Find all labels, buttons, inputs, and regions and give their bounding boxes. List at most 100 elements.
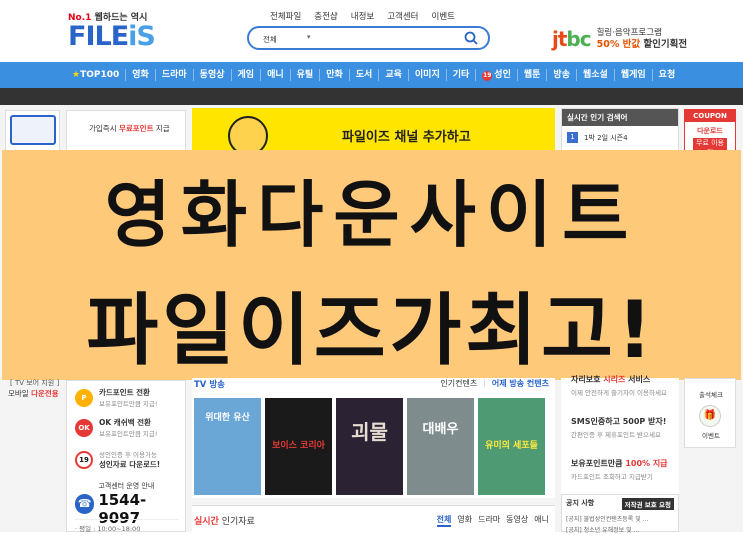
tv-poster[interactable]: 대배우 [407,398,474,495]
tv-title: TV 방송 [194,380,225,390]
sms-auth-title: SMS인증하고 500P 받자! [571,417,667,426]
notice-box: 공지 사항 저작권 보호 요청 [공지] 불법성인컨텐츠등록 및 ... [공지]… [561,494,679,535]
phone-icon [10,115,56,145]
realtime-search-rank: 실시간 인기 검색어 1 1박 2일 시즌4 [561,108,679,154]
category-education[interactable]: 교육 [378,69,408,81]
tab-video[interactable]: 동영상 [506,514,528,527]
poster-title: 위대한 유산 [205,413,250,423]
signup-promo[interactable]: 가입즉시 무료포인트 지급 [66,110,186,152]
adult-content-item[interactable]: 19 성인인증 후 이용가능 성인자료 다운로드! [75,449,160,470]
headline-line1: 영화다운사이트 [104,173,639,257]
tv-section: TV 방송 인기컨텐츠 | 어제 방송 컨텐츠 위대한 유산 보이스 코리아 괴… [192,378,555,498]
search-input[interactable] [329,30,449,46]
tv-poster[interactable]: 유미의 세포들 [478,398,545,495]
adult-content-title: 성인자료 다운로드! [99,460,161,469]
cs-hours: · 평일 : 10:00~18:00 [75,519,179,533]
point-100-title: 보유포인트만큼 100% 지급 [571,459,668,468]
logo-wordmark: FILEiS [68,21,156,52]
category-top100[interactable]: ★TOP100 [72,69,125,81]
mobile-support-note: [ TV 보어 지원 ] 모바일 다운전용 [0,378,66,418]
category-video[interactable]: 동영상 [192,69,231,81]
topnav-my-info[interactable]: 내정보 [351,10,374,22]
signup-promo-text: 가입즉시 무료포인트 지급 [89,124,170,133]
category-webgame[interactable]: 웹게임 [613,69,652,81]
topnav-charge-shop[interactable]: 충전샵 [314,10,337,22]
category-image[interactable]: 이미지 [407,69,446,81]
jtbc-line1: 힐링·음악프로그램 [596,28,662,38]
rank-keyword: 1박 2일 시즌4 [584,133,628,142]
tab-yesterday[interactable]: 어제 방송 컨텐츠 [492,378,549,389]
search-icon[interactable] [464,31,478,47]
series-service-title: 자리보호 시리즈 서비스 [571,375,651,384]
adult-19-icon: 19 [482,71,493,81]
sms-auth-item[interactable]: SMS인증하고 500P 받자! 간편인증 후 제휴포인트 받으세요 [571,416,666,439]
notice-item[interactable]: [공지] 청소년 유해정보 및 ... [562,524,678,535]
chevron-down-icon[interactable]: ▾ [307,33,311,41]
tab-movie[interactable]: 영화 [457,514,472,527]
quick-icons: 출석체크 🎁 이벤트 [684,378,736,448]
phone-icon: ☎ [75,494,95,514]
card-point-sub: 보유포인트만큼 지급! [99,400,158,408]
coupon-box[interactable]: COUPON 다운로드 무료 이용권 [684,109,736,158]
category-etc[interactable]: 기타 [445,69,476,81]
ok-cashbag-item[interactable]: OK OK 캐쉬백 전환 보유포인트만큼 지급! [75,417,158,438]
tab-all[interactable]: 전체 [436,514,452,527]
jtbc-promo[interactable]: jtbc 힐링·음악프로그램 50% 반값 할인기획전 [552,27,687,51]
category-book[interactable]: 도서 [348,69,379,81]
service-sidebox: P 카드포인트 전환 보유포인트만큼 지급! OK OK 캐쉬백 전환 보유포인트만… [66,380,186,533]
category-comic[interactable]: 만화 [319,69,349,81]
tab-drama[interactable]: 드라마 [478,514,500,527]
coupon-title: COUPON [685,110,735,122]
coupon-line1: 다운로드 [697,127,723,135]
category-util[interactable]: 유틸 [289,69,320,81]
category-game[interactable]: 게임 [230,69,261,81]
attendance-label[interactable]: 출석체크 [685,389,737,399]
notice-title: 공지 사항 [566,499,595,507]
category-anime[interactable]: 애니 [260,69,290,81]
site-logo[interactable]: No.1 웹하드는 역시 FILEiS [68,10,156,52]
category-webnovel[interactable]: 웹소설 [575,69,614,81]
topnav-event[interactable]: 이벤트 [432,10,455,22]
point-100-sub: 카드포인트 조회하고 지급받기 [571,473,653,481]
poster-title: 대배우 [422,422,459,437]
category-bar: ★TOP100 영화 드라마 동영상 게임 애니 유틸 만화 도서 교육 이미지… [0,62,743,88]
gift-icon[interactable]: 🎁 [699,405,721,427]
channel-banner[interactable]: 파일이즈 채널 추가하고 [192,108,555,156]
category-movie[interactable]: 영화 [125,69,155,81]
category-broadcast[interactable]: 방송 [546,69,576,81]
rank-number: 1 [567,132,578,143]
tv-poster[interactable]: 위대한 유산 [194,398,261,495]
topnav-support[interactable]: 고객센터 [387,10,418,22]
cs-label: 고객센터 운영 안내 [98,482,155,490]
poster-title: 보이스 코리아 [272,441,325,451]
category-request[interactable]: 요청 [651,69,682,81]
series-service-item[interactable]: 자리보호 시리즈 서비스 이제 안전하게 즐기자이 이용하세요 [571,374,667,397]
search-category-select[interactable]: 전체 [263,34,277,45]
series-service-sub: 이제 안전하게 즐기자이 이용하세요 [571,389,667,397]
rank-item[interactable]: 1 1박 2일 시즌4 [562,126,678,149]
category-adult[interactable]: 19 성인 [475,69,517,81]
tab-anime[interactable]: 애니 [534,514,549,527]
mobile-download-label: 모바일 다운전용 [8,389,59,398]
poster-title: 괴물 [351,420,388,444]
tv-poster[interactable]: 괴물 [336,398,403,495]
sub-bar [0,88,743,105]
tab-divider: | [483,378,486,387]
notice-item[interactable]: [공지] 불법성인컨텐츠등록 및 ... [562,513,678,524]
mobile-app-thumb[interactable] [5,110,60,152]
tv-support-label: [ TV 보어 지원 ] [10,379,60,387]
site-header: No.1 웹하드는 역시 FILEiS 전체파일 충전샵 내정보 고객센터 이벤… [0,0,743,62]
category-webtoon[interactable]: 웹툰 [516,69,547,81]
realtime-tabs: 전체 영화 드라마 동영상 애니 [436,514,549,527]
ok-cashbag-sub: 보유포인트만큼 지급! [99,430,158,438]
tab-popular[interactable]: 인기컨텐츠 [440,378,477,389]
event-label[interactable]: 이벤트 [685,430,737,440]
category-drama[interactable]: 드라마 [154,69,193,81]
jtbc-line2: 50% 반값 할인기획전 [596,39,688,50]
point-100-item[interactable]: 보유포인트만큼 100% 지급 카드포인트 조회하고 지급받기 [571,458,668,481]
copyright-request-button[interactable]: 저작권 보호 요청 [621,498,674,510]
topnav-all-files[interactable]: 전체파일 [270,10,301,22]
tv-poster[interactable]: 보이스 코리아 [265,398,332,495]
card-point-item[interactable]: P 카드포인트 전환 보유포인트만큼 지급! [75,387,158,408]
tv-posters: 위대한 유산 보이스 코리아 괴물 대배우 유미의 세포들 [194,398,545,495]
